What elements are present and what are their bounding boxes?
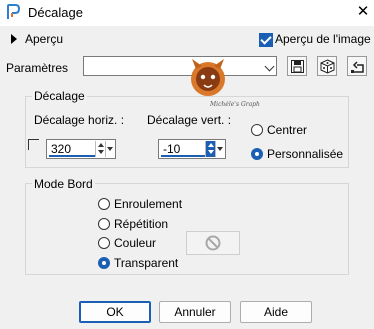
title-bar: Décalage ✕ bbox=[0, 0, 374, 26]
vert-offset-label: Décalage vert. : bbox=[147, 113, 232, 127]
reset-icon bbox=[351, 61, 364, 73]
close-icon: ✕ bbox=[356, 3, 370, 20]
horiz-dropdown-icon[interactable] bbox=[105, 141, 114, 157]
save-icon bbox=[291, 60, 304, 73]
transparent-radio[interactable] bbox=[98, 257, 110, 269]
reset-button[interactable] bbox=[347, 56, 367, 76]
no-color-icon bbox=[205, 235, 221, 251]
horiz-offset-value[interactable]: 320 bbox=[51, 142, 71, 156]
horiz-offset-spinner[interactable]: 320 bbox=[46, 139, 116, 159]
window-title: Décalage bbox=[28, 5, 83, 20]
save-preset-button[interactable] bbox=[287, 56, 307, 76]
color-radio[interactable] bbox=[98, 237, 110, 249]
link-bracket-icon bbox=[28, 139, 39, 150]
center-radio-label[interactable]: Centrer bbox=[267, 123, 307, 137]
help-button[interactable]: Aide bbox=[240, 301, 312, 323]
focus-underline bbox=[161, 155, 205, 157]
edge-mode-group bbox=[25, 183, 349, 275]
app-logo-icon bbox=[7, 4, 20, 19]
repeat-radio-label[interactable]: Répétition bbox=[114, 217, 168, 231]
transparent-radio-label[interactable]: Transparent bbox=[114, 256, 178, 270]
presets-label: Paramètres bbox=[6, 61, 69, 75]
preview-on-image-label: Aperçu de l'image bbox=[275, 32, 371, 46]
custom-radio[interactable] bbox=[251, 148, 263, 160]
edge-mode-group-label: Mode Bord bbox=[32, 177, 95, 191]
randomize-button[interactable] bbox=[317, 56, 337, 76]
expand-preview-icon[interactable] bbox=[11, 34, 17, 44]
color-radio-label[interactable]: Couleur bbox=[114, 236, 156, 250]
cancel-button[interactable]: Annuler bbox=[159, 301, 231, 323]
preview-toggle-label[interactable]: Aperçu bbox=[25, 32, 63, 46]
horiz-offset-label: Décalage horiz. : bbox=[34, 113, 125, 127]
dice-icon bbox=[320, 59, 335, 74]
vert-offset-value[interactable]: -10 bbox=[163, 142, 180, 156]
wrap-radio-label[interactable]: Enroulement bbox=[114, 197, 182, 211]
custom-radio-label[interactable]: Personnalisée bbox=[267, 147, 343, 161]
vert-dropdown-icon[interactable] bbox=[215, 141, 224, 157]
close-button[interactable]: ✕ bbox=[352, 1, 374, 23]
vert-offset-spinner[interactable]: -10 bbox=[158, 139, 226, 159]
offset-group-label: Décalage bbox=[32, 89, 87, 103]
edge-color-swatch[interactable] bbox=[186, 231, 240, 255]
ok-button[interactable]: OK bbox=[79, 301, 151, 323]
center-radio[interactable] bbox=[251, 124, 263, 136]
preview-on-image-checkbox[interactable] bbox=[259, 33, 273, 47]
focus-underline bbox=[49, 155, 95, 157]
wrap-radio[interactable] bbox=[98, 198, 110, 210]
repeat-radio[interactable] bbox=[98, 218, 110, 230]
